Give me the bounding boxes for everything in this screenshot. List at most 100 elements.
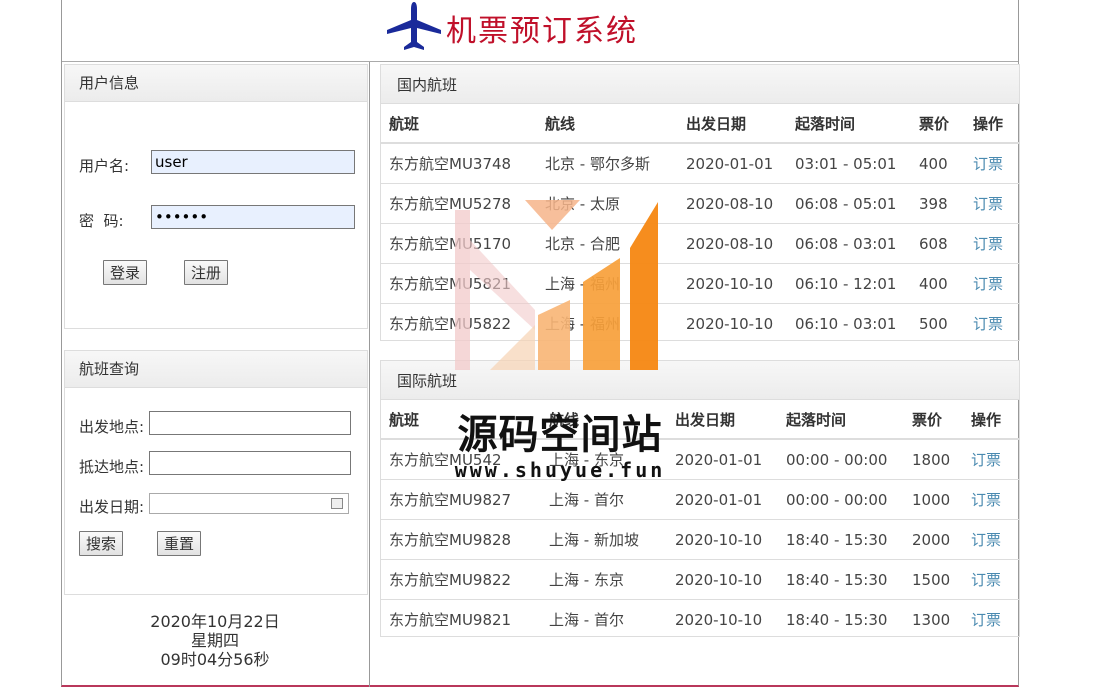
date-label: 出发日期:	[79, 498, 145, 516]
flight-cell: 东方航空MU9827	[381, 479, 541, 520]
table-row: 东方航空MU5278 北京 - 太原 2020-08-10 06:08 - 05…	[381, 183, 1019, 224]
book-link[interactable]: 订票	[965, 303, 1019, 343]
date-cell: 2020-10-10	[667, 599, 778, 639]
date-cell: 2020-10-10	[678, 303, 787, 343]
book-link[interactable]: 订票	[963, 438, 1019, 480]
table-row: 东方航空MU5821 上海 - 福州 2020-10-10 06:10 - 12…	[381, 263, 1019, 304]
user-info-title: 用户信息	[65, 65, 367, 102]
book-link[interactable]: 订票	[963, 519, 1019, 560]
clock: 2020年10月22日 星期四 09时04分56秒	[62, 612, 368, 669]
time-cell: 03:01 - 05:01	[787, 142, 911, 184]
book-link[interactable]: 订票	[965, 263, 1019, 304]
username-label: 用户名:	[79, 157, 130, 175]
domestic-flights-table: 航班 航线 出发日期 起落时间 票价 操作 东方航空MU3748 北京 - 鄂尔…	[381, 104, 1019, 343]
reset-button[interactable]: 重置	[157, 531, 202, 556]
route-cell: 上海 - 新加坡	[541, 519, 667, 560]
right-column: 国内航班 航班 航线 出发日期 起落时间 票价 操作 东方航空MU3748 北京…	[380, 62, 1020, 687]
price-cell: 500	[911, 303, 965, 343]
price-cell: 1000	[904, 479, 963, 520]
international-flights-panel: 国际航班 航班 航线 出发日期 起落时间 票价 操作 东方航空MU542 上海 …	[380, 360, 1020, 639]
time-cell: 06:08 - 03:01	[787, 223, 911, 264]
time-cell: 00:00 - 00:00	[778, 438, 904, 480]
page-frame: 机票预订系统 用户信息 用户名: 密 码: 登录 注册 航班查询 出发地点: 抵…	[61, 0, 1020, 687]
price-cell: 400	[911, 263, 965, 304]
register-button[interactable]: 注册	[184, 260, 229, 285]
col-price: 票价	[911, 104, 965, 144]
book-link[interactable]: 订票	[965, 223, 1019, 264]
site-title: 机票预订系统	[446, 14, 638, 49]
time-cell: 18:40 - 15:30	[778, 519, 904, 560]
date-cell: 2020-08-10	[678, 183, 787, 224]
book-link[interactable]: 订票	[965, 183, 1019, 224]
domestic-header-row: 航班 航线 出发日期 起落时间 票价 操作	[381, 104, 1019, 144]
date-input[interactable]	[149, 493, 349, 514]
password-label: 密 码:	[79, 212, 124, 230]
airplane-logo-icon	[387, 2, 441, 50]
flight-cell: 东方航空MU3748	[381, 142, 537, 184]
route-cell: 北京 - 太原	[537, 183, 678, 224]
date-cell: 2020-10-10	[667, 559, 778, 600]
route-cell: 上海 - 东京	[541, 438, 667, 480]
book-link[interactable]: 订票	[963, 599, 1019, 639]
flight-search-panel: 航班查询 出发地点: 抵达地点: 出发日期: 搜索 重置	[64, 350, 368, 595]
to-label: 抵达地点:	[79, 458, 145, 476]
price-cell: 1300	[904, 599, 963, 639]
calendar-icon[interactable]	[331, 498, 343, 509]
domestic-flights-panel: 国内航班 航班 航线 出发日期 起落时间 票价 操作 东方航空MU3748 北京…	[380, 64, 1020, 343]
col-date: 出发日期	[667, 400, 778, 440]
price-cell: 2000	[904, 519, 963, 560]
header: 机票预订系统	[62, 0, 1018, 62]
route-cell: 北京 - 鄂尔多斯	[537, 142, 678, 184]
flight-cell: 东方航空MU5278	[381, 183, 537, 224]
flight-cell: 东方航空MU5822	[381, 303, 537, 343]
price-cell: 1500	[904, 559, 963, 600]
username-input[interactable]	[151, 150, 355, 174]
time-cell: 18:40 - 15:30	[778, 599, 904, 639]
price-cell: 608	[911, 223, 965, 264]
time-cell: 00:00 - 00:00	[778, 479, 904, 520]
date-cell: 2020-08-10	[678, 223, 787, 264]
price-cell: 1800	[904, 438, 963, 480]
col-time: 起落时间	[778, 400, 904, 440]
clock-date: 2020年10月22日	[150, 612, 280, 631]
route-cell: 北京 - 合肥	[537, 223, 678, 264]
table-row: 东方航空MU9828 上海 - 新加坡 2020-10-10 18:40 - 1…	[381, 519, 1019, 560]
col-action: 操作	[965, 104, 1019, 144]
route-cell: 上海 - 首尔	[541, 479, 667, 520]
international-header-row: 航班 航线 出发日期 起落时间 票价 操作	[381, 400, 1019, 440]
flight-cell: 东方航空MU9822	[381, 559, 541, 600]
date-cell: 2020-01-01	[678, 142, 787, 184]
flight-cell: 东方航空MU9821	[381, 599, 541, 639]
route-cell: 上海 - 福州	[537, 303, 678, 343]
from-input[interactable]	[149, 411, 351, 435]
table-row: 东方航空MU9827 上海 - 首尔 2020-01-01 00:00 - 00…	[381, 479, 1019, 520]
date-cell: 2020-10-10	[678, 263, 787, 304]
time-cell: 06:10 - 03:01	[787, 303, 911, 343]
col-route: 航线	[541, 400, 667, 440]
route-cell: 上海 - 东京	[541, 559, 667, 600]
search-button[interactable]: 搜索	[79, 531, 124, 556]
book-link[interactable]: 订票	[965, 142, 1019, 184]
login-button[interactable]: 登录	[103, 260, 148, 285]
col-time: 起落时间	[787, 104, 911, 144]
book-link[interactable]: 订票	[963, 559, 1019, 600]
time-cell: 06:10 - 12:01	[787, 263, 911, 304]
flight-cell: 东方航空MU542	[381, 438, 541, 480]
password-input[interactable]	[151, 205, 355, 229]
international-flights-table: 航班 航线 出发日期 起落时间 票价 操作 东方航空MU542 上海 - 东京 …	[381, 400, 1019, 639]
international-flights-title: 国际航班	[381, 361, 1019, 400]
from-label: 出发地点:	[79, 418, 145, 436]
col-flight: 航班	[381, 104, 537, 144]
book-link[interactable]: 订票	[963, 479, 1019, 520]
user-info-panel: 用户信息 用户名: 密 码: 登录 注册	[64, 64, 368, 329]
date-cell: 2020-01-01	[667, 479, 778, 520]
table-row: 东方航空MU3748 北京 - 鄂尔多斯 2020-01-01 03:01 - …	[381, 142, 1019, 184]
table-row: 东方航空MU542 上海 - 东京 2020-01-01 00:00 - 00:…	[381, 438, 1019, 480]
to-input[interactable]	[149, 451, 351, 475]
clock-time: 09时04分56秒	[160, 650, 270, 669]
domestic-flights-title: 国内航班	[381, 65, 1019, 104]
flight-cell: 东方航空MU5170	[381, 223, 537, 264]
table-row: 东方航空MU9821 上海 - 首尔 2020-10-10 18:40 - 15…	[381, 599, 1019, 639]
flight-search-title: 航班查询	[65, 351, 367, 388]
date-cell: 2020-10-10	[667, 519, 778, 560]
